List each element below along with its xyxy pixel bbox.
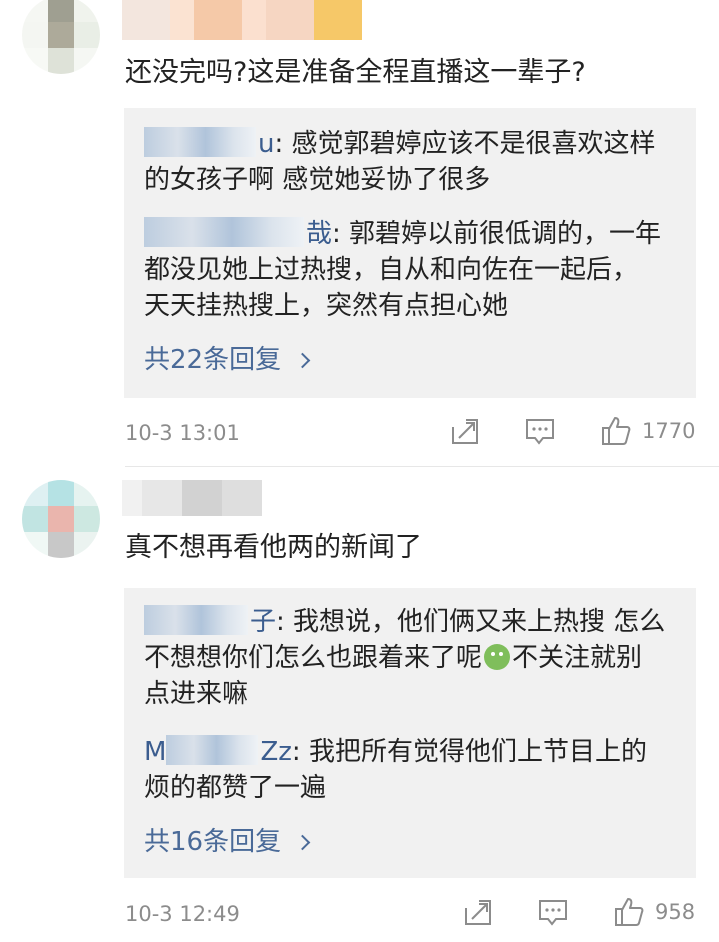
reply-2: M Zz: 我把所有觉得他们上节目上的 烦的都赞了一遍 (144, 735, 647, 803)
comment-button[interactable] (538, 899, 568, 927)
reply-author-suffix[interactable]: Zz (260, 737, 291, 767)
comment-time: 10-3 12:49 (125, 902, 240, 926)
chevron-right-icon (295, 834, 311, 851)
more-replies-link[interactable]: 共22条回复 (144, 342, 311, 378)
reply-text-line: 不想想你们怎么也跟着来了呢 (144, 643, 483, 673)
comment-icon (539, 900, 567, 926)
reply-text-line: 点进来嘛 (144, 679, 249, 709)
more-replies-link[interactable]: 共16条回复 (144, 824, 311, 860)
like-count: 958 (655, 900, 696, 924)
thumbs-up-icon (602, 417, 631, 445)
reply-text-line: 天天挂热搜上，突然有点担心她 (144, 291, 509, 321)
reply-text-line: 郭碧婷以前很低调的，一年 (349, 219, 662, 249)
green-face-emoji (484, 644, 511, 670)
reply-1: 子: 我想说，他们俩又来上热搜 怎么 不想想你们怎么也跟着来了呢 不关注就别 点进… (144, 605, 666, 709)
like-button[interactable]: 1770 (600, 415, 695, 447)
more-replies-label: 共16条回复 (144, 827, 282, 857)
reply-box[interactable]: 子: 我想说，他们俩又来上热搜 怎么 不想想你们怎么也跟着来了呢 不关注就别 点进… (124, 588, 696, 878)
reply-box[interactable]: u: 感觉郭碧婷应该不是很喜欢这样 的女孩子啊 感觉她妥协了很多 哉: 郭碧婷以… (124, 108, 696, 398)
divider (125, 466, 719, 467)
share-icon (465, 900, 491, 925)
reply-author-blur[interactable] (144, 217, 304, 247)
avatar[interactable] (22, 0, 100, 74)
more-replies-label: 共22条回复 (144, 345, 282, 375)
avatar[interactable] (22, 480, 100, 558)
reply-author-blur[interactable] (166, 735, 259, 765)
reply-text-line: 我想说，他们俩又来上热搜 怎么 (293, 607, 666, 637)
reply-text-line: 的女孩子啊 感觉她妥协了很多 (144, 165, 491, 195)
share-icon (452, 419, 478, 444)
reply-text-line: 烦的都赞了一遍 (144, 773, 327, 803)
reply-author-suffix[interactable]: u (258, 129, 274, 159)
reply-text-line: 感觉郭碧婷应该不是很喜欢这样 (291, 129, 656, 159)
share-button[interactable] (463, 898, 493, 928)
reply-author-blur[interactable] (144, 605, 248, 635)
comment-text: 还没完吗?这是准备全程直播这一辈子? (125, 57, 586, 88)
share-button[interactable] (450, 417, 480, 447)
reply-author-blur[interactable] (144, 127, 256, 157)
top-username-blur (122, 0, 362, 40)
chevron-right-icon (295, 352, 311, 369)
reply-author-prefix[interactable]: M (144, 737, 166, 767)
reply-1: u: 感觉郭碧婷应该不是很喜欢这样 的女孩子啊 感觉她妥协了很多 (144, 127, 656, 195)
reply-author-suffix[interactable]: 子 (250, 607, 276, 637)
reply-text-line: 我把所有觉得他们上节目上的 (308, 737, 647, 767)
reply-text-line: 不关注就别 (512, 643, 643, 673)
comment-text: 真不想再看他两的新闻了 (125, 532, 422, 563)
comment-time: 10-3 13:01 (125, 421, 240, 445)
reply-text-line: 都没见她上过热搜，自从和向佐在一起后， (144, 255, 639, 285)
reply-author-suffix[interactable]: 哉 (306, 219, 332, 249)
thumbs-up-icon (615, 898, 644, 926)
like-count: 1770 (642, 419, 696, 443)
comment-button[interactable] (525, 418, 555, 446)
reply-2: 哉: 郭碧婷以前很低调的，一年 都没见她上过热搜，自从和向佐在一起后， 天天挂热… (144, 217, 662, 321)
like-button[interactable]: 958 (613, 896, 695, 928)
username-blur[interactable] (122, 480, 262, 516)
comment-icon (526, 419, 554, 445)
